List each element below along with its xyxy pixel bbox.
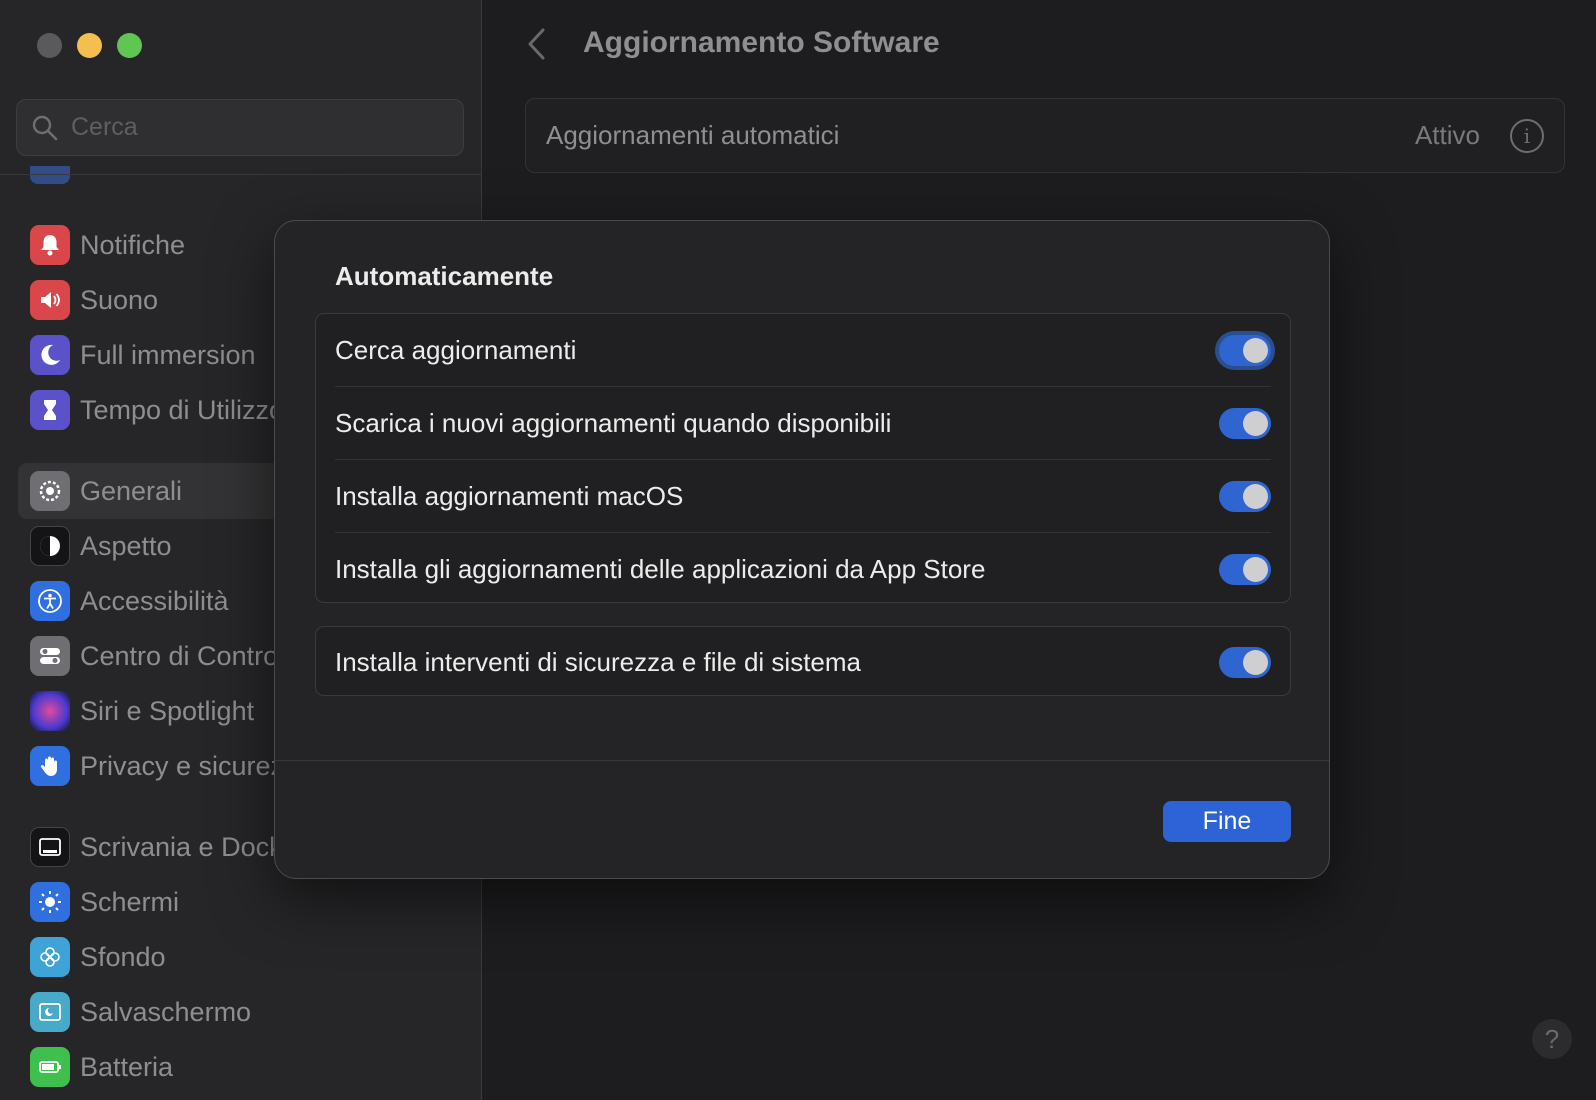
minimize-window-button[interactable] — [77, 33, 102, 58]
sidebar-item-label: Scrivania e Dock — [80, 831, 283, 862]
close-window-button[interactable] — [37, 33, 62, 58]
search-icon — [32, 115, 58, 140]
flower-icon — [30, 937, 70, 977]
sidebar-item-schermi[interactable]: Schermi — [18, 874, 473, 930]
sidebar-item-sfondo[interactable]: Sfondo — [18, 929, 473, 985]
moon-icon — [30, 335, 70, 375]
appearance-icon — [30, 526, 70, 566]
update-options-group: Cerca aggiornamenti Scarica i nuovi aggi… — [315, 313, 1291, 603]
search-input[interactable] — [71, 113, 451, 142]
speaker-icon — [30, 280, 70, 320]
sidebar-search[interactable] — [16, 99, 464, 156]
automatic-updates-label: Aggiornamenti automatici — [546, 120, 840, 150]
option-label: Cerca aggiornamenti — [335, 334, 577, 365]
help-button[interactable]: ? — [1532, 1019, 1572, 1059]
option-row-check-updates: Cerca aggiornamenti — [335, 314, 1271, 387]
gear-icon — [30, 471, 70, 511]
bell-icon — [30, 225, 70, 265]
toggles-icon — [30, 636, 70, 676]
toggle-knob — [1243, 410, 1268, 436]
dialog-title: Automaticamente — [335, 261, 554, 291]
security-options-group: Installa interventi di sicurezza e file … — [315, 626, 1291, 696]
automatic-updates-row: Aggiornamenti automatici Attivo i — [525, 98, 1565, 173]
sidebar-item-label: Notifiche — [80, 229, 186, 260]
sidebar-item-label: Batteria — [80, 1051, 174, 1082]
info-icon[interactable]: i — [1510, 118, 1544, 153]
hand-icon — [30, 746, 70, 786]
sidebar-item-label: Centro di Controllo — [80, 640, 306, 671]
screensaver-icon — [30, 992, 70, 1032]
toggle-knob — [1243, 557, 1268, 582]
traffic-lights — [37, 33, 142, 58]
sidebar-item-salvaschermo[interactable]: Salvaschermo — [18, 984, 473, 1040]
toggle-knob — [1243, 649, 1268, 675]
page-title: Aggiornamento Software — [583, 26, 940, 59]
done-button[interactable]: Fine — [1163, 801, 1291, 842]
sun-icon — [30, 882, 70, 922]
check-updates-toggle[interactable] — [1219, 334, 1271, 366]
sidebar-item-batteria[interactable]: Batteria — [18, 1039, 473, 1095]
install-app-store-updates-toggle[interactable] — [1219, 554, 1271, 585]
sidebar-divider — [0, 174, 482, 175]
siri-icon — [30, 691, 70, 731]
sidebar-item-label: Generali — [80, 475, 183, 506]
accessibility-icon — [30, 581, 70, 621]
sidebar-item-label: Siri e Spotlight — [80, 695, 255, 726]
option-label: Installa aggiornamenti macOS — [335, 480, 684, 511]
dock-icon — [30, 827, 70, 867]
automatic-updates-dialog: Automaticamente Cerca aggiornamenti Scar… — [274, 220, 1330, 879]
sidebar-item-label: Salvaschermo — [80, 996, 252, 1027]
download-updates-toggle[interactable] — [1219, 407, 1271, 439]
dialog-divider — [275, 760, 1329, 761]
security-responses-toggle[interactable] — [1219, 646, 1271, 678]
sidebar-item-label: Suono — [80, 284, 159, 315]
sidebar-item-label: Sfondo — [80, 941, 166, 972]
partially-hidden-icon — [30, 166, 70, 184]
option-row-install-macos-updates: Installa aggiornamenti macOS — [335, 460, 1271, 533]
chevron-left-icon[interactable] — [523, 26, 551, 62]
sidebar-item-label: Schermi — [80, 886, 180, 917]
toggle-knob — [1243, 483, 1268, 509]
option-label: Scarica i nuovi aggiornamenti quando dis… — [335, 407, 892, 438]
battery-icon — [30, 1047, 70, 1087]
option-label: Installa gli aggiornamenti delle applica… — [335, 554, 986, 584]
option-row-security-responses: Installa interventi di sicurezza e file … — [335, 627, 1271, 697]
sidebar-item-label: Accessibilità — [80, 585, 229, 616]
install-macos-updates-toggle[interactable] — [1219, 480, 1271, 512]
toggle-knob — [1243, 337, 1268, 363]
sidebar-item-label: Aspetto — [80, 530, 172, 561]
sidebar-item-label: Tempo di Utilizzo — [80, 394, 285, 425]
automatic-updates-status: Attivo — [1414, 120, 1480, 150]
option-label: Installa interventi di sicurezza e file … — [335, 646, 862, 677]
maximize-window-button[interactable] — [117, 33, 142, 58]
option-row-install-app-store-updates: Installa gli aggiornamenti delle applica… — [335, 533, 1271, 606]
option-row-download-updates: Scarica i nuovi aggiornamenti quando dis… — [335, 387, 1271, 460]
sidebar-item-label: Full immersion — [80, 339, 256, 370]
hourglass-icon — [30, 390, 70, 430]
